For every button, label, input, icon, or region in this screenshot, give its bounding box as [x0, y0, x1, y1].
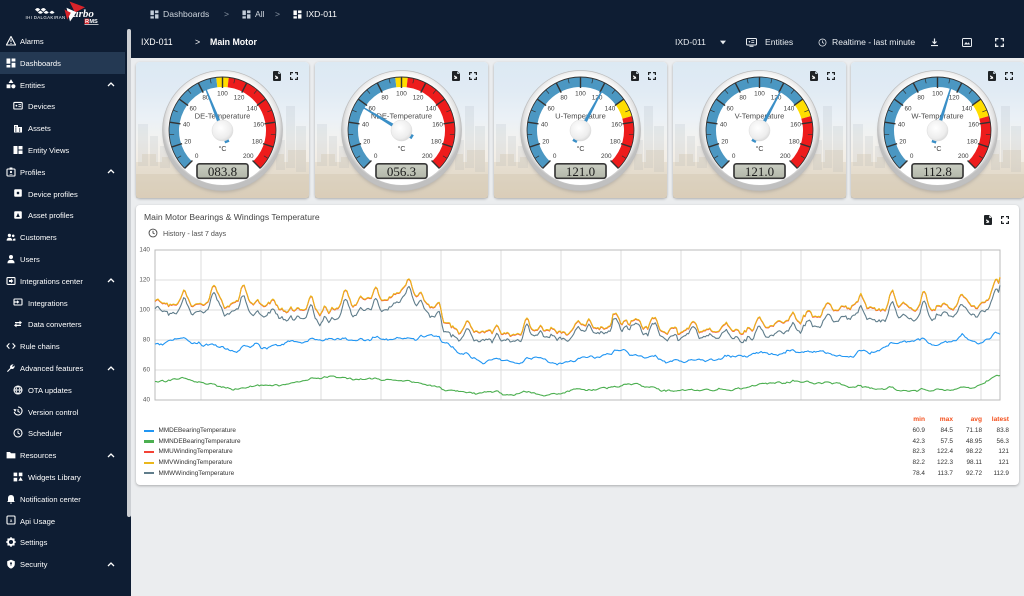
- svg-text:20: 20: [899, 138, 907, 145]
- svg-text:a: a: [10, 518, 13, 523]
- svg-text:40: 40: [719, 121, 727, 128]
- svg-text:140: 140: [605, 106, 616, 113]
- svg-text:DE-Temperature: DE-Temperature: [195, 112, 251, 121]
- svg-text:200: 200: [601, 153, 612, 160]
- svg-text:056.3: 056.3: [387, 164, 416, 179]
- svg-text:180: 180: [788, 138, 799, 145]
- svg-text:40: 40: [541, 121, 549, 128]
- svg-text:°C: °C: [755, 145, 763, 153]
- svg-text:200: 200: [779, 153, 790, 160]
- svg-text:140: 140: [783, 106, 794, 113]
- svg-text:160: 160: [611, 121, 622, 128]
- svg-text:200: 200: [958, 153, 969, 160]
- svg-text:°C: °C: [577, 145, 585, 153]
- svg-text:120: 120: [413, 95, 424, 102]
- svg-text:20: 20: [721, 138, 729, 145]
- svg-text:60: 60: [547, 106, 555, 113]
- svg-text:20: 20: [363, 138, 371, 145]
- svg-text:100: 100: [575, 91, 586, 98]
- svg-text:0: 0: [731, 153, 735, 160]
- svg-text:0: 0: [374, 153, 378, 160]
- svg-text:U-Temperature: U-Temperature: [555, 112, 606, 121]
- svg-text:80: 80: [560, 95, 568, 102]
- svg-text:80: 80: [917, 95, 925, 102]
- svg-text:80: 80: [143, 337, 151, 344]
- svg-text:120: 120: [234, 95, 245, 102]
- svg-text:60: 60: [726, 106, 734, 113]
- svg-text:40: 40: [898, 121, 906, 128]
- svg-text:180: 180: [431, 138, 442, 145]
- svg-text:160: 160: [253, 121, 264, 128]
- svg-text:40: 40: [183, 121, 191, 128]
- svg-text:112.8: 112.8: [923, 164, 952, 179]
- svg-text:IHI DALGAKIRAN: IHI DALGAKIRAN: [26, 15, 66, 20]
- svg-text:100: 100: [396, 91, 407, 98]
- svg-text:180: 180: [967, 138, 978, 145]
- svg-text:0: 0: [553, 153, 557, 160]
- svg-text:0: 0: [910, 153, 914, 160]
- svg-text:100: 100: [932, 91, 943, 98]
- svg-text:°C: °C: [934, 145, 942, 153]
- svg-text:180: 180: [610, 138, 621, 145]
- svg-text:121.0: 121.0: [566, 164, 595, 179]
- svg-text:°C: °C: [219, 145, 227, 153]
- svg-text:160: 160: [790, 121, 801, 128]
- svg-text:W-Temperature: W-Temperature: [911, 112, 963, 121]
- svg-text:140: 140: [139, 247, 150, 254]
- svg-text:0: 0: [195, 153, 199, 160]
- svg-text:20: 20: [184, 138, 192, 145]
- svg-text:20: 20: [542, 138, 550, 145]
- svg-text:V-Temperature: V-Temperature: [734, 112, 784, 121]
- svg-text:083.8: 083.8: [208, 164, 237, 179]
- svg-text:200: 200: [422, 153, 433, 160]
- svg-text:100: 100: [217, 91, 228, 98]
- svg-text:80: 80: [739, 95, 747, 102]
- svg-text:60: 60: [143, 367, 151, 374]
- svg-text:120: 120: [139, 277, 150, 284]
- svg-text:160: 160: [432, 121, 443, 128]
- svg-text:100: 100: [139, 307, 150, 314]
- svg-text:100: 100: [754, 91, 765, 98]
- svg-text:°C: °C: [398, 145, 406, 153]
- svg-text:80: 80: [381, 95, 389, 102]
- svg-text:40: 40: [362, 121, 370, 128]
- svg-text:NDE-Temperature: NDE-Temperature: [371, 112, 432, 121]
- svg-text:120: 120: [949, 95, 960, 102]
- svg-text:180: 180: [252, 138, 263, 145]
- svg-text:160: 160: [968, 121, 979, 128]
- svg-text:121.0: 121.0: [744, 164, 773, 179]
- svg-text:40: 40: [143, 397, 151, 404]
- svg-text:200: 200: [243, 153, 254, 160]
